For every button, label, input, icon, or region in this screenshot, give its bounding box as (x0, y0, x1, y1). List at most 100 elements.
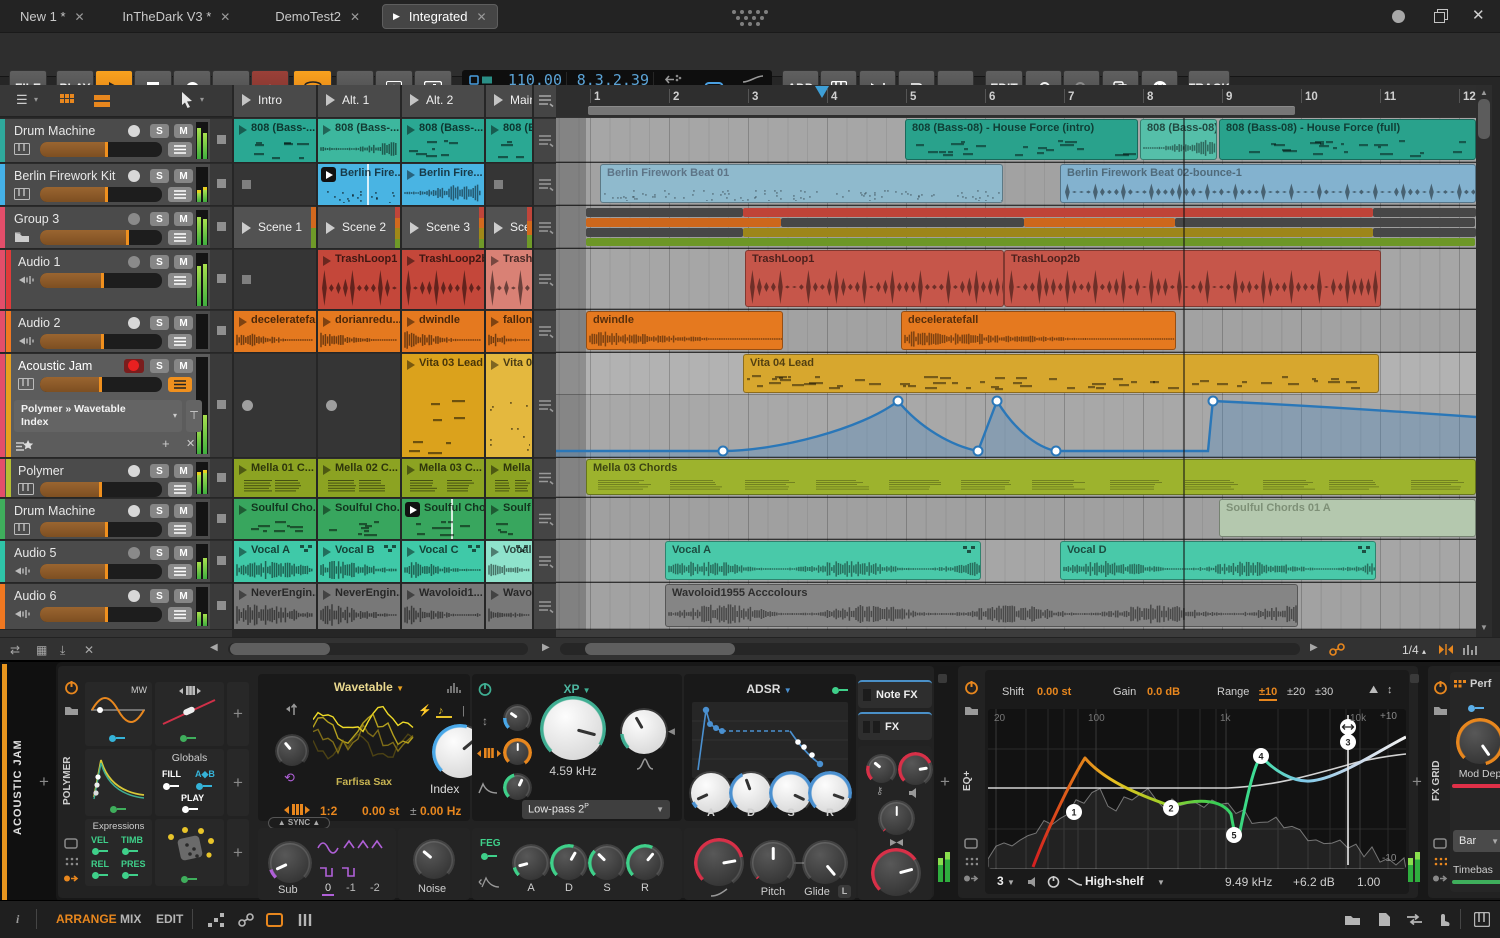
polymer-device-label[interactable]: POLYMER (62, 736, 80, 826)
track-menu-button[interactable] (168, 187, 192, 202)
track-stop-button[interactable] (217, 274, 226, 283)
polymer-expand-icon[interactable] (64, 838, 78, 849)
arranger-clip-berlinfireworkbeat02bounce1[interactable]: Berlin Firework Beat 02-bounce-1 (1060, 164, 1476, 203)
sub-octave-1[interactable]: -1 (346, 882, 356, 894)
osc-retrigger-icon[interactable]: ⟲ (284, 770, 295, 786)
track-name[interactable]: Berlin Firework Kit (14, 169, 115, 183)
osc-spectrum-icon[interactable] (446, 682, 462, 694)
timeline-ruler[interactable]: 1 2 3 4 5 6 7 8 9 10 11 12 (556, 85, 1476, 117)
fxgrid-mod-knob[interactable] (1456, 718, 1500, 766)
filter-type-select[interactable]: XP ▼ (532, 682, 622, 696)
clip-cell-trashloop2b[interactable]: TrashLoop2b (402, 249, 484, 309)
arm-record-button[interactable] (128, 465, 140, 477)
eq-band-count-select[interactable]: 3 ▼ (997, 874, 1015, 888)
solo-button[interactable]: S (150, 464, 169, 478)
view-edit[interactable]: EDIT (156, 912, 183, 926)
env-graph[interactable] (692, 702, 848, 778)
clip-cell[interactable] (318, 353, 400, 457)
clip-cell-vita03lead[interactable]: Vita 03 Lead (402, 353, 484, 457)
track-header-audio-2[interactable]: Audio 2 SM (0, 310, 210, 352)
clip-cell-dorianredu[interactable]: dorianredu... (318, 310, 400, 352)
track-menu-button[interactable] (168, 334, 192, 349)
device-panel-toggle[interactable] (266, 913, 283, 927)
layout-dots-icon[interactable] (208, 913, 224, 927)
clip-cell-vocalc[interactable]: Vocal C (402, 540, 484, 582)
eq-graph[interactable]: 12543 20 100 1k 10k +10 -10 (988, 709, 1406, 869)
arranger-clip-wavoloid1955acccolours[interactable]: Wavoloid1955 Acccolours (665, 584, 1298, 627)
volume-fader[interactable] (40, 522, 162, 537)
out-volume-knob[interactable] (871, 848, 921, 898)
view-mix[interactable]: MIX (120, 912, 141, 926)
arranger-vscrollbar[interactable]: ▲ ▼ (1476, 85, 1492, 637)
eq-device-label[interactable]: EQ+ (962, 746, 980, 816)
close-panel-icon[interactable]: ✕ (84, 643, 94, 657)
track-header-audio-1[interactable]: Audio 1 SM (0, 249, 210, 309)
tab-close-icon[interactable]: ✕ (350, 10, 360, 24)
clip-cell-trash[interactable]: Trash (486, 249, 532, 309)
clip-cell-mella01c[interactable]: Mella 01 C... (234, 458, 316, 497)
row-stack-button[interactable] (534, 498, 556, 539)
eq-mod-out-icon[interactable] (963, 874, 979, 883)
project-tab-inthedarkv3[interactable]: InTheDark V3 * ✕ (112, 4, 240, 29)
filter-power-icon[interactable] (478, 682, 492, 696)
fxgrid-title[interactable]: Perf (1470, 678, 1491, 690)
volume-fader[interactable] (40, 142, 162, 157)
clip-cell-neverengin[interactable]: NeverEngin... (318, 583, 400, 629)
group-scene-cell[interactable]: Scene 3 (402, 206, 484, 248)
track-menu-button[interactable] (168, 522, 192, 537)
clip-cell-soulfulcho[interactable]: Soulful Cho... (234, 498, 316, 539)
add-modulator-button[interactable]: + (227, 819, 249, 886)
osc-detune-value[interactable]: 0.00 Hz (420, 804, 461, 818)
arranger-clip-vocala[interactable]: Vocal A (665, 541, 981, 580)
clip-cell-soulfulcho[interactable]: Soulful Cho... (318, 498, 400, 539)
scene-play-icon[interactable] (326, 94, 335, 106)
arm-record-button[interactable] (124, 359, 144, 373)
scene-play-icon[interactable] (410, 94, 419, 106)
pointer-tool-caret[interactable]: ▾ (200, 95, 204, 104)
env-curve-knob[interactable] (694, 838, 744, 888)
automation-pin-button[interactable]: ⊤ (186, 400, 202, 432)
track-name[interactable]: Audio 5 (14, 546, 56, 560)
osc-phase-knob[interactable] (275, 734, 309, 768)
touch-mode-icon[interactable] (1436, 912, 1450, 927)
clip-cell-soulfulcho[interactable]: Soulful Cho... (402, 498, 484, 539)
track-name[interactable]: Group 3 (14, 212, 59, 226)
solo-button[interactable]: S (150, 124, 169, 138)
track-header-berlin-firework-kit[interactable]: Berlin Firework Kit S M (0, 163, 210, 205)
track-header-drum-machine[interactable]: Drum Machine S M (0, 498, 210, 539)
mute-button[interactable]: M (174, 316, 193, 330)
lanes-view-icon[interactable] (94, 95, 110, 107)
onscreen-keyboard-icon[interactable] (1474, 912, 1490, 927)
feg-decay-knob[interactable] (550, 844, 588, 882)
clip-cell-wavoloid1[interactable]: Wavoloid1... (402, 583, 484, 629)
arranger-clip-808bass08[interactable]: 808 (Bass-08) (1140, 119, 1217, 160)
wavetable-name[interactable]: Farfisa Sax (313, 776, 415, 788)
clip-cell-vocal[interactable]: Vocal (486, 540, 532, 582)
mod-random-tile[interactable] (155, 819, 224, 886)
volume-fader[interactable] (40, 334, 162, 349)
close-automation-button[interactable]: ✕ (186, 437, 195, 450)
solo-button[interactable]: S (150, 255, 169, 269)
volume-fader[interactable] (40, 377, 162, 392)
fxgrid-expand-icon[interactable] (1433, 838, 1447, 849)
eq-band-listen-icon[interactable] (1027, 877, 1040, 887)
note-io-icon[interactable] (238, 913, 254, 927)
track-stop-button[interactable] (217, 400, 226, 409)
track-header-polymer[interactable]: Polymer S M (0, 458, 210, 497)
track-menu-button[interactable] (168, 482, 192, 497)
project-tab-demotest2[interactable]: DemoTest2 ✕ (265, 4, 370, 29)
arranger-clip-trashloop2b[interactable]: TrashLoop2b (1004, 250, 1381, 307)
sub-knob[interactable] (268, 841, 312, 885)
row-stack-button[interactable] (534, 206, 556, 248)
eq-band-q[interactable]: 1.00 (1357, 875, 1380, 889)
arranger-clip-trashloop1[interactable]: TrashLoop1 (745, 250, 1004, 307)
track-stop-button[interactable] (217, 556, 226, 565)
volume-fader[interactable] (40, 230, 162, 245)
pointer-tool-icon[interactable] (178, 91, 198, 111)
clip-cell-mella03c[interactable]: Mella 03 C... (402, 458, 484, 497)
row-stack-button[interactable] (534, 583, 556, 629)
arm-record-button[interactable] (128, 590, 140, 602)
grid-resolution[interactable]: 1/4 ▴ (1402, 643, 1426, 657)
grid-toggle-icon[interactable]: ▦ (36, 643, 47, 657)
arranger-clip-dwindle[interactable]: dwindle (586, 311, 783, 350)
